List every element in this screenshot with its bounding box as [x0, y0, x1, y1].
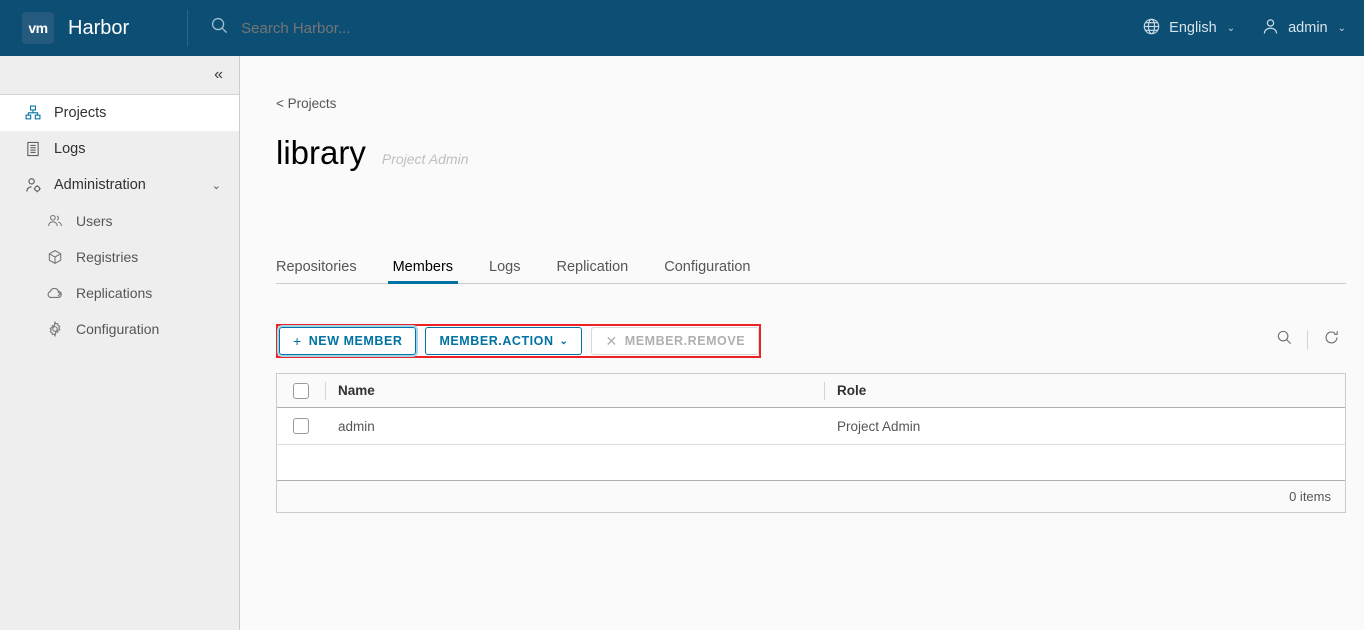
column-header-name[interactable]: Name [326, 383, 824, 398]
tab-configuration[interactable]: Configuration [664, 259, 750, 283]
page-title: library [276, 134, 366, 171]
global-search[interactable] [210, 16, 542, 40]
chevron-down-icon: ⌄ [559, 335, 569, 347]
brand[interactable]: vm Harbor [0, 12, 129, 44]
search-input[interactable] [241, 19, 542, 37]
table-search-button[interactable] [1269, 326, 1299, 354]
sidebar-item-logs[interactable]: Logs [0, 131, 239, 167]
select-all-checkbox-cell[interactable] [277, 374, 325, 407]
row-checkbox[interactable] [293, 418, 309, 434]
table-header-row: Name Role [277, 374, 1345, 408]
sidebar-item-label: Replications [76, 285, 153, 301]
vmware-logo-icon: vm [22, 12, 54, 44]
project-tabs: Repositories Members Logs Replication Co… [276, 254, 1346, 284]
user-icon [1261, 17, 1280, 40]
toolbar-divider [1307, 330, 1308, 350]
members-toolbar: + NEW MEMBER MEMBER.ACTION ⌄ ✕ MEMBER.RE… [276, 324, 1346, 358]
cell-name: admin [338, 418, 375, 434]
logs-icon [24, 140, 42, 158]
user-menu[interactable]: admin ⌄ [1261, 17, 1346, 40]
sidebar-item-label: Configuration [76, 321, 160, 337]
language-label: English [1169, 20, 1217, 36]
globe-icon [1142, 17, 1161, 40]
sidebar-item-label: Users [76, 213, 113, 229]
item-count-label: 0 items [1289, 489, 1331, 504]
registries-icon [46, 248, 64, 266]
tab-repositories[interactable]: Repositories [276, 259, 357, 283]
search-icon [1276, 329, 1293, 351]
sidebar-item-label: Administration [54, 177, 146, 193]
member-action-button[interactable]: MEMBER.ACTION ⌄ [425, 327, 583, 355]
sidebar-collapse-button[interactable]: « [0, 56, 239, 95]
header-actions: English ⌄ admin ⌄ [1142, 0, 1346, 56]
select-all-checkbox[interactable] [293, 382, 309, 399]
breadcrumb[interactable]: < Projects [276, 96, 336, 111]
sidebar-item-label: Logs [54, 141, 86, 157]
toolbar-right-actions [1269, 326, 1346, 354]
sidebar-item-registries[interactable]: Registries [0, 239, 239, 275]
app-title: Harbor [68, 16, 130, 39]
page-role-label: Project Admin [381, 151, 469, 167]
sidebar-item-replications[interactable]: Replications [0, 275, 239, 311]
replications-icon [46, 284, 64, 302]
chevron-double-left-icon: « [214, 66, 223, 83]
sidebar-item-label: Registries [76, 249, 139, 265]
users-icon [46, 212, 64, 230]
projects-icon [24, 104, 42, 122]
sidebar: « Projects Logs Administration ⌄ Users R… [0, 56, 240, 630]
user-label: admin [1288, 20, 1328, 36]
member-remove-button: ✕ MEMBER.REMOVE [591, 327, 760, 355]
tab-logs[interactable]: Logs [489, 259, 520, 283]
chevron-down-icon: ⌄ [211, 179, 221, 192]
column-header-role[interactable]: Role [825, 383, 1345, 398]
refresh-icon [1323, 329, 1340, 351]
page-header: library Project Admin [276, 134, 468, 172]
new-member-label: NEW MEMBER [308, 334, 403, 348]
sidebar-item-users[interactable]: Users [0, 203, 239, 239]
cell-role: Project Admin [837, 418, 921, 434]
language-selector[interactable]: English ⌄ [1142, 17, 1235, 40]
new-member-button[interactable]: + NEW MEMBER [276, 325, 419, 357]
member-remove-label: MEMBER.REMOVE [624, 334, 746, 348]
close-icon: ✕ [605, 332, 618, 349]
toolbar-buttons: + NEW MEMBER MEMBER.ACTION ⌄ ✕ MEMBER.RE… [276, 325, 760, 357]
row-checkbox-cell[interactable] [277, 408, 325, 444]
sidebar-item-administration[interactable]: Administration ⌄ [0, 167, 239, 203]
table-row[interactable]: admin Project Admin [277, 408, 1345, 445]
tab-members[interactable]: Members [387, 259, 459, 284]
configuration-icon [46, 320, 64, 338]
chevron-down-icon: ⌄ [1337, 22, 1346, 34]
member-action-label: MEMBER.ACTION [439, 334, 554, 348]
tab-replication[interactable]: Replication [556, 259, 628, 283]
search-icon [210, 16, 229, 40]
app-header: vm Harbor English ⌄ [0, 0, 1364, 56]
refresh-button[interactable] [1316, 326, 1346, 354]
sidebar-item-label: Projects [54, 105, 107, 121]
members-table: Name Role admin Project Admin 0 items [276, 373, 1346, 513]
table-empty-filler [277, 445, 1345, 481]
sidebar-item-configuration[interactable]: Configuration [0, 311, 239, 347]
sidebar-item-projects[interactable]: Projects [0, 95, 239, 131]
header-divider [187, 10, 189, 46]
administration-icon [24, 176, 42, 194]
table-footer: 0 items [277, 481, 1345, 512]
chevron-down-icon: ⌄ [1226, 22, 1236, 34]
plus-icon: + [293, 333, 302, 349]
main-content: < Projects library Project Admin Reposit… [241, 56, 1364, 630]
